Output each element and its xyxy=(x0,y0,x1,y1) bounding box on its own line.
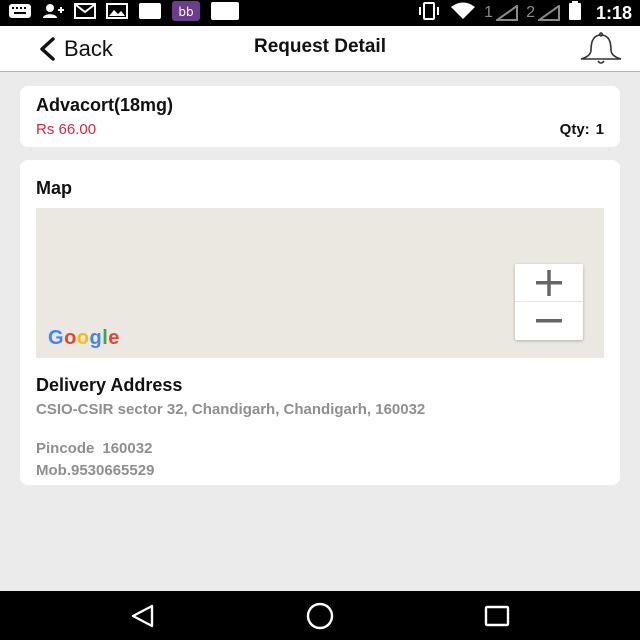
signal-icon xyxy=(537,5,560,21)
delivery-address-title: Delivery Address xyxy=(36,375,183,395)
qty-value: 1 xyxy=(595,121,604,138)
logo-letter: o xyxy=(76,327,90,349)
quantity: Qty: 1 xyxy=(560,121,604,138)
qty-label: Qty: xyxy=(559,121,590,138)
page-title: Request Detail xyxy=(254,36,386,57)
logo-letter: g xyxy=(89,327,103,349)
pincode-label: Pincode xyxy=(36,440,95,457)
image-icon xyxy=(106,2,128,24)
vibrate-icon xyxy=(416,1,442,25)
signal-icon xyxy=(496,5,519,21)
plus-icon xyxy=(536,269,562,296)
map-card: Map Google Delivery Address CSIO-CSIR se… xyxy=(20,160,620,485)
battery-icon xyxy=(568,0,582,26)
nav-recents-button[interactable] xyxy=(482,601,512,636)
notifications-button[interactable] xyxy=(578,32,624,71)
logo-letter: e xyxy=(108,327,120,349)
nav-home-button[interactable] xyxy=(304,601,336,636)
sim2-signal: 2 xyxy=(526,4,560,22)
notification-icons: bb xyxy=(8,0,240,25)
product-price: Rs 66.00 xyxy=(36,121,97,138)
sim1-label: 1 xyxy=(484,4,494,21)
nav-back-button[interactable] xyxy=(128,601,158,636)
minus-icon xyxy=(536,319,562,323)
sim1-signal: 1 xyxy=(484,4,519,22)
logo-letter: G xyxy=(48,327,65,349)
gmail-icon xyxy=(74,2,96,24)
system-status: 1 2 1:18 xyxy=(416,0,632,26)
recents-square-icon xyxy=(484,605,510,627)
pincode-value: 160032 xyxy=(102,440,153,457)
pincode: Pincode 160032 xyxy=(36,440,152,457)
bell-icon xyxy=(580,32,622,64)
logo-letter: o xyxy=(64,327,77,349)
back-triangle-icon xyxy=(131,604,154,628)
keyboard-icon xyxy=(8,3,32,24)
sim2-label: 2 xyxy=(526,4,535,21)
person-add-icon xyxy=(42,3,64,24)
map-title: Map xyxy=(36,178,72,198)
map-view[interactable]: Google xyxy=(36,208,604,358)
google-logo: Google xyxy=(48,327,120,350)
delivery-address: CSIO-CSIR sector 32, Chandigarh, Chandig… xyxy=(36,401,426,418)
svg-text:bb: bb xyxy=(178,5,193,19)
home-circle-icon xyxy=(306,602,334,630)
app-header: Back Request Detail xyxy=(0,26,640,72)
zoom-out-button[interactable] xyxy=(515,302,583,340)
product-name: Advacort(18mg) xyxy=(36,95,174,115)
bb-icon: bb xyxy=(172,0,200,26)
status-bar: bb 1 2 1:18 xyxy=(0,0,640,26)
clock: 1:18 xyxy=(595,2,632,23)
wifi-icon xyxy=(450,2,476,25)
navigation-bar xyxy=(0,591,640,640)
zoom-in-button[interactable] xyxy=(515,264,583,302)
square-icon xyxy=(138,2,162,25)
mobile-number: Mob.9530665529 xyxy=(36,462,155,479)
product-card: Advacort(18mg) Rs 66.00 Qty: 1 xyxy=(20,86,620,147)
zoom-controls xyxy=(515,264,583,340)
square-icon xyxy=(210,1,240,26)
